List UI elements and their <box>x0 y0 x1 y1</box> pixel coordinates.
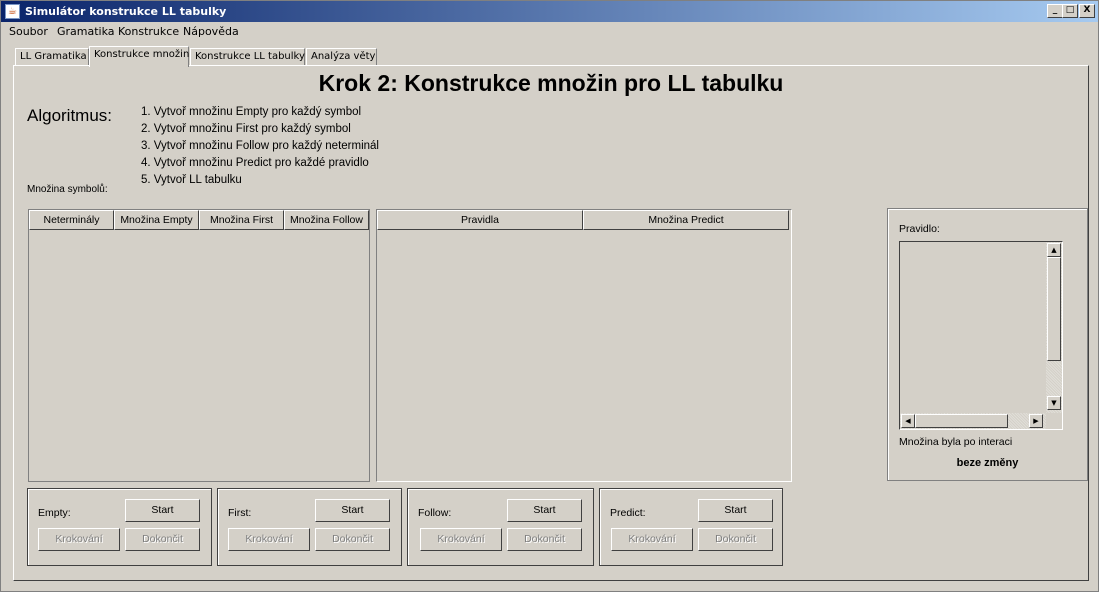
menu-bar: Soubor Gramatika Konstrukce Nápověda <box>1 22 1098 42</box>
empty-controls: Empty: Start Krokování Dokončit <box>27 488 212 566</box>
follow-finish-button[interactable]: Dokončit <box>507 528 582 551</box>
column-header-neterminaly[interactable]: Neterminály <box>29 210 114 230</box>
menu-napoveda[interactable]: Nápověda <box>183 25 239 38</box>
predict-step-button[interactable]: Krokování <box>611 528 693 551</box>
algorithm-steps: 1. Vytvoř množinu Empty pro každý symbol… <box>141 106 379 191</box>
horizontal-scroll-thumb[interactable] <box>915 414 1008 428</box>
algorithm-label: Algoritmus: <box>27 106 113 125</box>
first-label: First: <box>228 507 252 519</box>
algorithm-step: 4. Vytvoř množinu Predict pro každé prav… <box>141 157 369 169</box>
empty-step-button[interactable]: Krokování <box>38 528 120 551</box>
window-title: Simulátor konstrukce LL tabulky <box>25 5 227 18</box>
arrow-up-icon[interactable]: ▲ <box>1047 243 1061 257</box>
horizontal-scrollbar[interactable]: ◀ ▶ <box>900 413 1046 429</box>
app-window: ☕ Simulátor konstrukce LL tabulky _ □ X … <box>0 0 1099 592</box>
follow-step-button[interactable]: Krokování <box>420 528 502 551</box>
column-header-empty[interactable]: Množina Empty <box>114 210 199 230</box>
tab-ll-gramatika[interactable]: LL Gramatika <box>15 48 89 66</box>
menu-soubor[interactable]: Soubor <box>9 25 48 38</box>
arrow-left-icon[interactable]: ◀ <box>901 414 915 428</box>
arrow-right-icon[interactable]: ▶ <box>1029 414 1043 428</box>
algorithm-step: 1. Vytvoř množinu Empty pro každý symbol <box>141 106 362 118</box>
empty-finish-button[interactable]: Dokončit <box>125 528 200 551</box>
first-controls: First: Start Krokování Dokončit <box>217 488 402 566</box>
column-header-first[interactable]: Množina First <box>199 210 284 230</box>
sets-table-body[interactable] <box>29 230 369 481</box>
algorithm-step: 5. Vytvoř LL tabulku <box>141 174 242 186</box>
rule-label: Pravidlo: <box>899 223 940 235</box>
title-bar[interactable]: ☕ Simulátor konstrukce LL tabulky _ □ X <box>1 1 1098 22</box>
menu-gramatika[interactable]: Gramatika <box>57 25 115 38</box>
vertical-scroll-thumb[interactable] <box>1047 257 1061 361</box>
predict-finish-button[interactable]: Dokončit <box>698 528 773 551</box>
menu-konstrukce[interactable]: Konstrukce <box>118 25 179 38</box>
sets-table[interactable]: Neterminály Množina Empty Množina First … <box>28 209 370 482</box>
empty-label: Empty: <box>38 507 71 519</box>
first-step-button[interactable]: Krokování <box>228 528 310 551</box>
algorithm-step: 2. Vytvoř množinu First pro každý symbol <box>141 123 351 135</box>
rule-info: Množina byla po interaci <box>899 436 1013 448</box>
tab-analyza-vety[interactable]: Analýza věty <box>306 48 377 66</box>
tab-konstrukce-mnozin[interactable]: Konstrukce množin <box>89 46 189 67</box>
rule-scroll-area[interactable]: ▲ ▼ ◀ ▶ <box>899 241 1063 430</box>
column-header-follow[interactable]: Množina Follow <box>284 210 369 230</box>
predict-start-button[interactable]: Start <box>698 499 773 522</box>
tab-panel: Krok 2: Konstrukce množin pro LL tabulku… <box>13 65 1089 581</box>
empty-start-button[interactable]: Start <box>125 499 200 522</box>
column-header-pravidla[interactable]: Pravidla <box>377 210 583 230</box>
rule-status: beze změny <box>956 457 1019 469</box>
follow-label: Follow: <box>418 507 452 519</box>
minimize-button[interactable]: _ <box>1047 4 1063 18</box>
symbols-label: Množina symbolů: <box>27 184 108 195</box>
java-cup-icon[interactable]: ☕ <box>5 4 20 19</box>
predict-controls: Predict: Start Krokování Dokončit <box>599 488 783 566</box>
rule-panel: Pravidlo: ▲ ▼ ◀ ▶ Množina byla po intera… <box>887 208 1088 481</box>
predict-table[interactable]: Pravidla Množina Predict <box>376 209 792 482</box>
column-header-predict[interactable]: Množina Predict <box>583 210 789 230</box>
vertical-scrollbar[interactable]: ▲ ▼ <box>1046 242 1062 413</box>
first-finish-button[interactable]: Dokončit <box>315 528 390 551</box>
first-start-button[interactable]: Start <box>315 499 390 522</box>
arrow-down-icon[interactable]: ▼ <box>1047 396 1061 410</box>
close-button[interactable]: X <box>1079 4 1095 18</box>
tab-konstrukce-ll-tabulky[interactable]: Konstrukce LL tabulky <box>190 48 305 66</box>
follow-controls: Follow: Start Krokování Dokončit <box>407 488 594 566</box>
algorithm-step: 3. Vytvoř množinu Follow pro každý neter… <box>141 140 379 152</box>
page-title: Krok 2: Konstrukce množin pro LL tabulku <box>318 70 784 96</box>
maximize-button[interactable]: □ <box>1062 4 1078 18</box>
follow-start-button[interactable]: Start <box>507 499 582 522</box>
predict-label: Predict: <box>610 507 646 519</box>
predict-table-body[interactable] <box>377 230 791 481</box>
